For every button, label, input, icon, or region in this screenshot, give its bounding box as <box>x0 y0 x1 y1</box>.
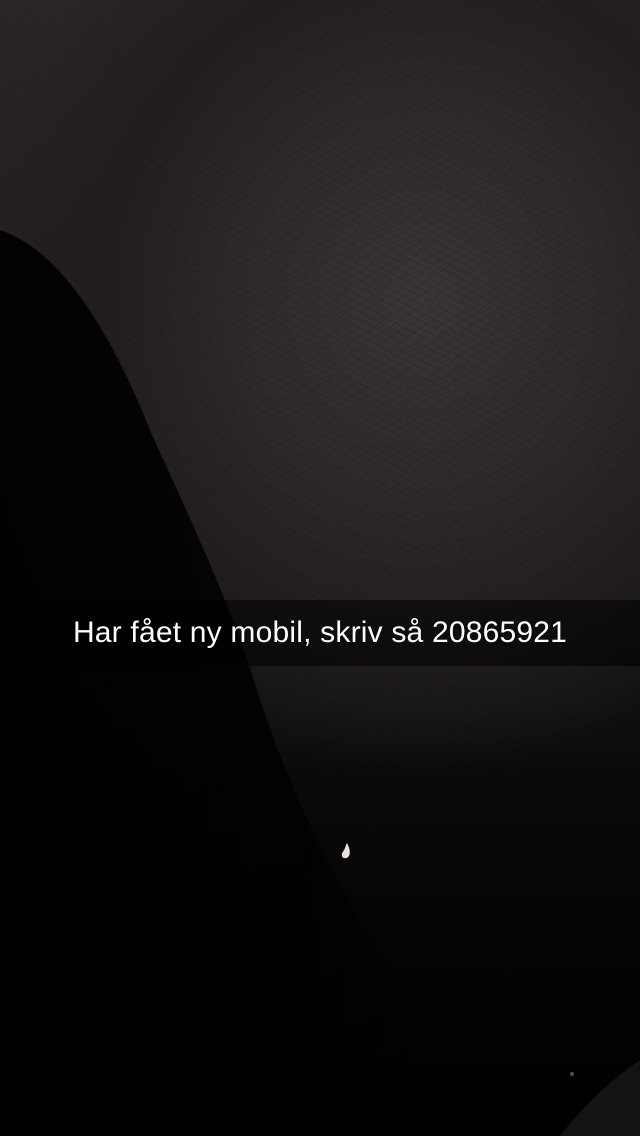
corner-glint <box>560 1060 640 1136</box>
snap-photo[interactable]: Har fået ny mobil, skriv så 20865921 <box>0 0 640 1136</box>
shadow-overlay <box>0 0 640 1136</box>
light-speck-icon <box>341 843 350 859</box>
caption-bar[interactable]: Har fået ny mobil, skriv så 20865921 <box>0 600 640 666</box>
caption-text: Har fået ny mobil, skriv så 20865921 <box>72 616 568 649</box>
